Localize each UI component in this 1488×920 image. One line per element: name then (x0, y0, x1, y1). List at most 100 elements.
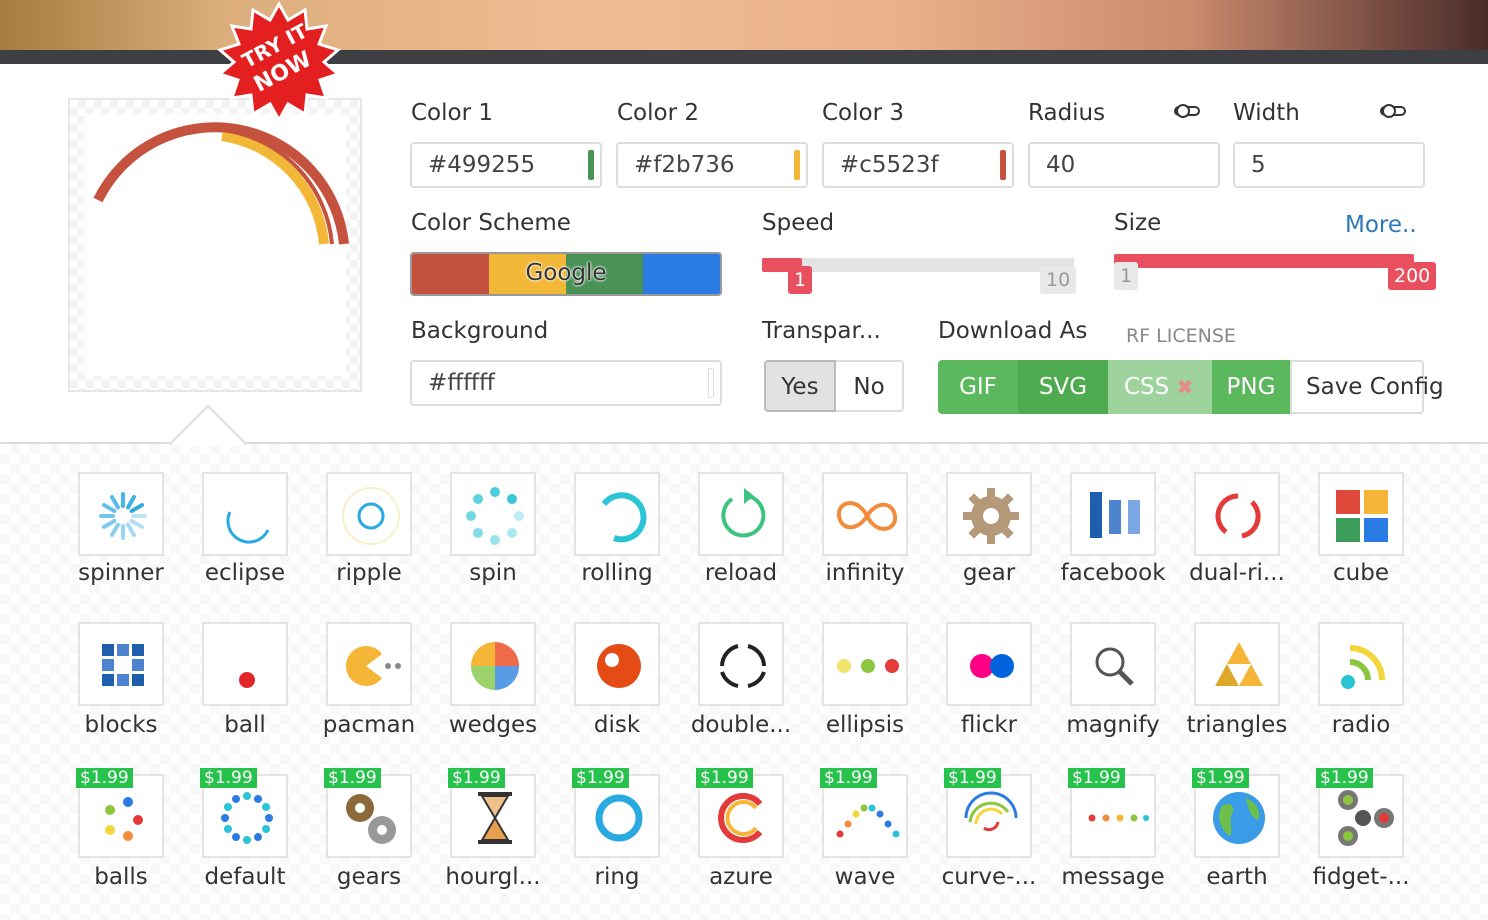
loader-name[interactable]: blocks (59, 712, 183, 738)
loader-tile-flickr[interactable] (946, 622, 1032, 706)
radius-value: 40 (1046, 152, 1076, 178)
try-it-now-badge[interactable]: TRY IT NOW (214, 0, 344, 120)
loader-tile-spin[interactable] (450, 472, 536, 556)
loader-tile-gear[interactable] (946, 472, 1032, 556)
loader-name[interactable]: default (183, 864, 307, 890)
speed-value-tag[interactable]: 1 (788, 266, 813, 294)
color3-swatch[interactable] (1000, 150, 1006, 180)
loader-name[interactable]: magnify (1051, 712, 1175, 738)
color1-input[interactable]: #499255 (410, 142, 602, 188)
save-config-button[interactable]: Save Config (1290, 360, 1444, 414)
loader-name[interactable]: balls (59, 864, 183, 890)
loader-name[interactable]: radio (1299, 712, 1423, 738)
loader-name[interactable]: facebook (1051, 560, 1175, 586)
size-value-tag[interactable]: 200 (1388, 262, 1437, 290)
loader-tile-wedges[interactable] (450, 622, 536, 706)
price-badge: $1.99 (1068, 768, 1125, 788)
loader-tile-disk[interactable] (574, 622, 660, 706)
scheme-name: Google (525, 260, 607, 286)
background-label: Background (411, 318, 549, 344)
loader-tile-radio[interactable] (1318, 622, 1404, 706)
speed-max-tag: 10 (1040, 266, 1077, 294)
loader-tile-double-ring[interactable] (698, 622, 784, 706)
loader-name[interactable]: reload (679, 560, 803, 586)
loader-tile-spinner[interactable] (78, 472, 164, 556)
price-badge: $1.99 (820, 768, 877, 788)
loader-name[interactable]: infinity (803, 560, 927, 586)
loader-name[interactable]: dual-ri... (1175, 560, 1299, 586)
loader-name[interactable]: ellipsis (803, 712, 927, 738)
loader-name[interactable]: wave (803, 864, 927, 890)
disk-icon (597, 644, 641, 688)
loader-name[interactable]: double... (679, 712, 803, 738)
color2-value: #f2b736 (634, 152, 735, 178)
loader-tile-cube[interactable] (1318, 472, 1404, 556)
radius-input[interactable]: 40 (1028, 142, 1220, 188)
loader-tile-reload[interactable] (698, 472, 784, 556)
loader-tile-triangles[interactable] (1194, 622, 1280, 706)
background-input[interactable]: #ffffff (410, 360, 722, 406)
width-toggle-icon[interactable] (1380, 104, 1406, 118)
gears-icon (346, 794, 396, 844)
transparent-yes-button[interactable]: Yes (764, 360, 836, 412)
loader-name[interactable]: ball (183, 712, 307, 738)
loader-name[interactable]: cube (1299, 560, 1423, 586)
loader-tile-rolling[interactable] (574, 472, 660, 556)
loader-tile-dual-ring[interactable] (1194, 472, 1280, 556)
loader-tile-magnify[interactable] (1070, 622, 1156, 706)
color3-input[interactable]: #c5523f (822, 142, 1014, 188)
loader-tile-infinity[interactable] (822, 472, 908, 556)
loader-name[interactable]: hourgl... (431, 864, 555, 890)
color2-swatch[interactable] (794, 150, 800, 180)
loader-tile-pacman[interactable] (326, 622, 412, 706)
loader-name[interactable]: wedges (431, 712, 555, 738)
loader-name[interactable]: flickr (927, 712, 1051, 738)
radius-toggle-icon[interactable] (1174, 104, 1200, 118)
transparent-label: Transpar... (762, 318, 881, 344)
balls-icon (105, 797, 143, 841)
loader-name[interactable]: pacman (307, 712, 431, 738)
loader-name[interactable]: ripple (307, 560, 431, 586)
loader-name[interactable]: spinner (59, 560, 183, 586)
size-min-tag: 1 (1114, 262, 1139, 290)
facebook-icon (1090, 492, 1140, 538)
color1-swatch[interactable] (588, 150, 594, 180)
more-link[interactable]: More.. (1345, 212, 1417, 238)
loader-name[interactable]: azure (679, 864, 803, 890)
loader-name[interactable]: fidget-... (1299, 864, 1423, 890)
loader-tile-ball[interactable] (202, 622, 288, 706)
background-swatch[interactable] (708, 368, 714, 398)
loader-tile-facebook[interactable] (1070, 472, 1156, 556)
transparent-no-button[interactable]: No (836, 360, 904, 412)
loader-tile-eclipse[interactable] (202, 472, 288, 556)
css-label: CSS (1124, 374, 1170, 400)
loader-tile-blocks[interactable] (78, 622, 164, 706)
loader-name[interactable]: disk (555, 712, 679, 738)
price-badge: $1.99 (1316, 768, 1373, 788)
loader-name[interactable]: gears (307, 864, 431, 890)
loader-name[interactable]: curve-... (927, 864, 1051, 890)
preview-arc-icon (93, 122, 349, 245)
color3-label: Color 3 (822, 100, 904, 126)
width-input[interactable]: 5 (1233, 142, 1425, 188)
loader-name[interactable]: rolling (555, 560, 679, 586)
loader-name[interactable]: ring (555, 864, 679, 890)
loader-tile-ellipsis[interactable] (822, 622, 908, 706)
loader-name[interactable]: earth (1175, 864, 1299, 890)
download-png-button[interactable]: PNG (1212, 360, 1290, 414)
price-badge: $1.99 (696, 768, 753, 788)
download-css-button[interactable]: CSS ✖ (1108, 360, 1212, 414)
rf-license-link[interactable]: RF LICENSE (1126, 325, 1236, 347)
download-svg-button[interactable]: SVG (1018, 360, 1108, 414)
loader-name[interactable]: spin (431, 560, 555, 586)
price-badge: $1.99 (572, 768, 629, 788)
loader-name[interactable]: message (1051, 864, 1175, 890)
color2-input[interactable]: #f2b736 (616, 142, 808, 188)
loader-tile-ripple[interactable] (326, 472, 412, 556)
loader-name[interactable]: triangles (1175, 712, 1299, 738)
loader-name[interactable]: gear (927, 560, 1051, 586)
download-gif-button[interactable]: GIF (938, 360, 1018, 414)
color-scheme-selector[interactable]: Google (410, 252, 722, 296)
loader-name[interactable]: eclipse (183, 560, 307, 586)
spin-icon (466, 487, 524, 545)
